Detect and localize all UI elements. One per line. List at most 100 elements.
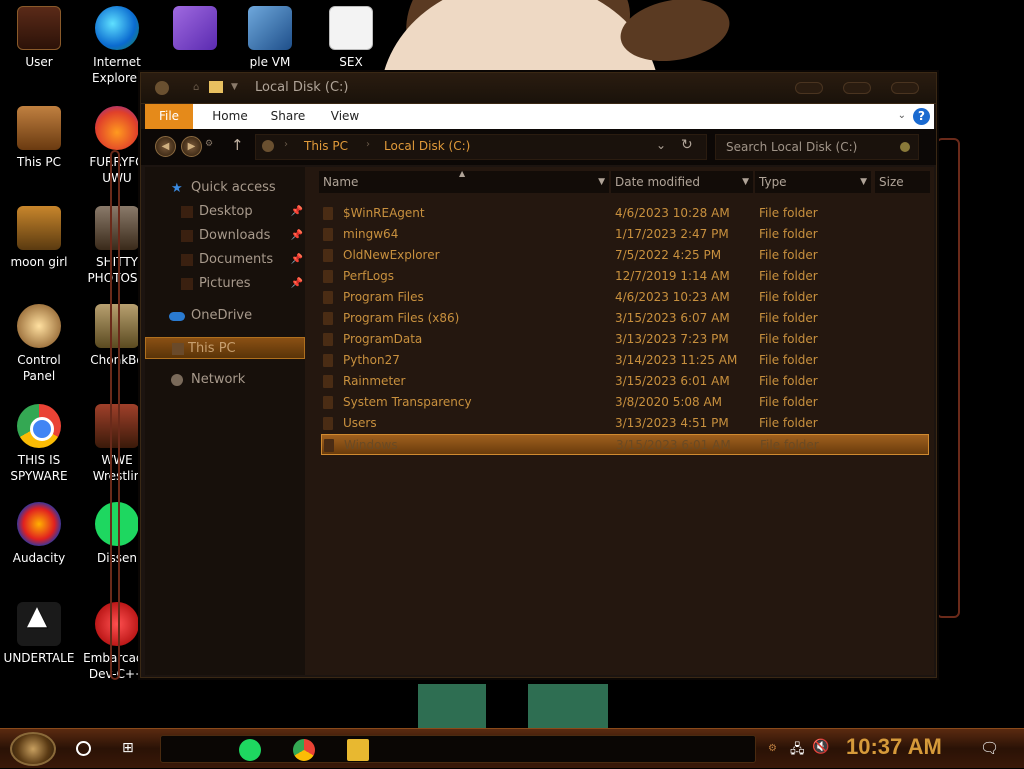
close-button[interactable] — [891, 82, 919, 94]
table-row[interactable]: PerfLogs 12/7/2019 1:14 AM File folder — [321, 266, 929, 287]
nav-quick-access[interactable]: ★ Quick access — [145, 177, 305, 199]
desktop-icon-label: This PC — [17, 155, 61, 169]
column-header-size[interactable]: Size — [875, 171, 930, 193]
visual-studio-icon — [173, 6, 217, 50]
address-bar[interactable]: › This PC › Local Disk (C:) ⌄ ↻ — [255, 134, 707, 160]
rainmeter-frame — [936, 138, 960, 618]
volume-muted-icon[interactable]: 🔇 — [812, 739, 829, 755]
table-row[interactable]: OldNewExplorer 7/5/2022 4:25 PM File fol… — [321, 245, 929, 266]
forward-button[interactable]: ▶ — [181, 136, 202, 157]
table-row[interactable]: ProgramData 3/13/2023 7:23 PM File folde… — [321, 329, 929, 350]
pin-icon: 📌 — [290, 254, 303, 265]
desktop-icon-label: Internet Explorer — [92, 55, 142, 85]
file-date: 1/17/2023 2:47 PM — [615, 227, 729, 241]
table-row-selected[interactable]: Windows 3/15/2023 6:01 AM File folder — [321, 434, 929, 455]
table-row[interactable]: Rainmeter 3/15/2023 6:01 AM File folder — [321, 371, 929, 392]
folder-icon — [324, 439, 334, 452]
search-input[interactable] — [726, 139, 891, 155]
nav-desktop[interactable]: Desktop 📌 — [145, 201, 305, 223]
column-header-name[interactable]: Name ▲ ▼ — [319, 169, 609, 193]
notification-icon[interactable]: 🗨 — [980, 739, 999, 757]
title-bar[interactable]: ⌂ ▼ Local Disk (C:) — [141, 73, 936, 104]
column-header-type[interactable]: Type ▼ — [755, 171, 871, 193]
desktop-icon-chrome[interactable]: THIS IS SPYWARE — [0, 404, 78, 484]
moon-girl-icon — [17, 206, 61, 250]
customize-toolbar-chevron-icon[interactable]: ▼ — [231, 82, 245, 96]
wallpaper-block — [528, 684, 608, 728]
file-name: Python27 — [343, 353, 400, 367]
column-filter-chevron-icon[interactable]: ▼ — [860, 171, 867, 193]
chrome-icon[interactable] — [293, 739, 315, 761]
file-type: File folder — [760, 438, 819, 452]
desktop-icon-control-panel[interactable]: Control Panel — [0, 304, 78, 384]
navigation-bar: ◀ ▶ ⚙ ↑ › This PC › Local Disk (C:) ⌄ ↻ — [141, 129, 936, 165]
address-dropdown-chevron-icon[interactable]: ⌄ — [656, 138, 666, 152]
quick-access-toolbar-icon[interactable]: ⌂ — [193, 82, 207, 96]
file-list: Name ▲ ▼ Date modified ▼ Type ▼ Size $Wi… — [305, 167, 934, 675]
search-box[interactable] — [715, 134, 919, 160]
breadcrumb-this-pc[interactable]: This PC — [304, 139, 348, 153]
help-button[interactable]: ? — [913, 108, 930, 125]
refresh-icon[interactable]: ↻ — [681, 137, 693, 153]
search-icon[interactable] — [900, 142, 910, 152]
pin-icon: 📌 — [290, 230, 303, 241]
desktop-icon-this-pc[interactable]: This PC — [0, 106, 78, 170]
expand-ribbon-chevron-icon[interactable]: ⌄ — [898, 110, 906, 121]
nav-network[interactable]: Network — [145, 369, 305, 391]
table-row[interactable]: mingw64 1/17/2023 2:47 PM File folder — [321, 224, 929, 245]
file-name: System Transparency — [343, 395, 472, 409]
column-header-date-modified[interactable]: Date modified ▼ — [611, 171, 753, 193]
nav-documents[interactable]: Documents 📌 — [145, 249, 305, 271]
table-row[interactable]: Python27 3/14/2023 11:25 AM File folder — [321, 350, 929, 371]
file-name: $WinREAgent — [343, 206, 425, 220]
column-filter-chevron-icon[interactable]: ▼ — [742, 171, 749, 193]
search-circle-icon[interactable] — [76, 741, 91, 756]
tab-view[interactable]: View — [323, 104, 367, 129]
file-explorer-icon[interactable] — [347, 739, 369, 761]
show-hidden-icons-icon[interactable]: ⚙ — [768, 743, 777, 754]
task-view-icon[interactable]: ⊞ — [122, 741, 140, 756]
desktop-icon-moon-girl[interactable]: moon girl — [0, 206, 78, 270]
this-pc-icon — [17, 106, 61, 150]
pin-icon: 📌 — [290, 278, 303, 289]
tab-file[interactable]: File — [145, 104, 193, 129]
column-filter-chevron-icon[interactable]: ▼ — [598, 171, 605, 193]
nav-onedrive[interactable]: OneDrive — [145, 305, 305, 327]
desktop-icon-user[interactable]: User — [0, 6, 78, 70]
unity-icon — [17, 602, 61, 646]
nav-downloads[interactable]: Downloads 📌 — [145, 225, 305, 247]
nav-this-pc[interactable]: This PC — [145, 337, 305, 359]
desktop-icon-visual-studio[interactable] — [156, 6, 234, 54]
table-row[interactable]: Users 3/13/2023 4:51 PM File folder — [321, 413, 929, 434]
network-icon[interactable]: 🖧 — [790, 740, 805, 762]
table-row[interactable]: Program Files 4/6/2023 10:23 AM File fol… — [321, 287, 929, 308]
app-menu-icon[interactable] — [155, 81, 169, 95]
desktop-icon-audacity[interactable]: Audacity — [0, 502, 78, 566]
file-date: 3/14/2023 11:25 AM — [615, 353, 738, 367]
recent-locations-icon[interactable]: ⚙ — [205, 139, 213, 149]
file-name: Program Files (x86) — [343, 311, 460, 325]
spotify-icon[interactable] — [239, 739, 261, 761]
desktop-icon-undertale[interactable]: UNDERTALE — [0, 602, 78, 666]
minimize-button[interactable] — [795, 82, 823, 94]
folder-icon — [323, 207, 333, 220]
table-row[interactable]: $WinREAgent 4/6/2023 10:28 AM File folde… — [321, 203, 929, 224]
maximize-button[interactable] — [843, 82, 871, 94]
back-button[interactable]: ◀ — [155, 136, 176, 157]
downloads-folder-icon — [181, 230, 193, 242]
table-row[interactable]: Program Files (x86) 3/15/2023 6:07 AM Fi… — [321, 308, 929, 329]
table-row[interactable]: System Transparency 3/8/2020 5:08 AM Fil… — [321, 392, 929, 413]
up-arrow-icon[interactable]: ↑ — [231, 136, 244, 154]
nav-pictures[interactable]: Pictures 📌 — [145, 273, 305, 295]
desktop-icon-label: Audacity — [12, 551, 66, 565]
tab-share[interactable]: Share — [265, 104, 311, 129]
desktop-icon-virtualbox[interactable]: ple VM — [231, 6, 309, 70]
desktop-icon-hxd[interactable]: SEX — [312, 6, 390, 70]
start-button[interactable] — [10, 732, 56, 766]
breadcrumb-local-disk[interactable]: Local Disk (C:) — [384, 139, 470, 153]
file-type: File folder — [759, 227, 818, 241]
this-pc-icon — [172, 343, 184, 355]
file-name: ProgramData — [343, 332, 423, 346]
clock[interactable]: 10:37 AM — [846, 734, 942, 760]
tab-home[interactable]: Home — [207, 104, 253, 129]
